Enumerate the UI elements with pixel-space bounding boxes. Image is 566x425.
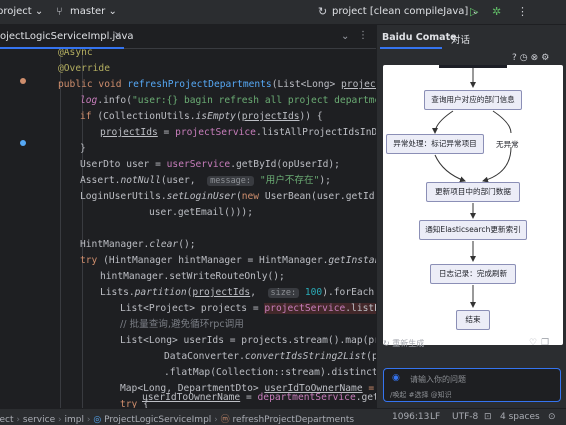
code-editor[interactable]: @Async @Override public void refreshProj… [0,49,376,408]
chevron-right-icon: › [86,415,91,425]
code-line: userIdToOwnerName = departmentService.ge… [142,392,396,403]
code-line: LoginUserUtils.setLoginUser(new UserBean… [80,191,376,202]
code-line: log.info("user:{} bagin refresh all proj… [80,95,376,106]
more-icon[interactable]: ⋮ [517,5,528,18]
code-line: @Override [58,63,110,74]
tab-chat[interactable]: 对话 [451,32,470,46]
branch-name: master [70,6,106,17]
title-bar: project ⌄ ⑂ master ⌄ ↻ project [clean co… [0,0,566,25]
debug-icon[interactable]: ✲ [492,5,501,18]
line-separator[interactable]: LF [430,412,440,422]
code-line: } [80,143,86,154]
code-line: user.getEmail())); [149,207,253,218]
file-encoding[interactable]: UTF-8 [452,412,478,422]
breadcrumb-item[interactable]: refreshProjectDepartments [233,415,355,425]
code-line: UserDto user = userService.getById(opUse… [80,159,340,170]
tab-projectlogicserviceimpl[interactable]: ojectLogicServiceImpl.java ✕ [0,25,134,49]
lock-icon[interactable]: ⊡ [484,412,492,422]
chevron-right-icon: › [58,415,62,425]
run-config-selector[interactable]: project [clean compileJava] ⌄ [332,6,480,17]
branch-icon: ⑂ [56,5,63,18]
close-icon[interactable]: ✕ [114,31,122,41]
gutter [0,49,30,408]
chevron-down-icon: ⌄ [34,6,44,17]
code-line: if (CollectionUtils.isEmpty(projectIds))… [80,111,323,122]
code-line: Assert.notNull(user, message: "用户不存在"); [80,175,331,186]
close-icon[interactable]: ⊗ [531,53,542,63]
override-marker-icon [20,78,26,84]
chevron-right-icon: › [214,415,218,425]
code-line: public void refreshProjectDepartments(Li… [58,79,376,90]
flow-label-no-exception: 无异常 [496,140,519,149]
code-line: // 批量查询,避免循环rpc调用 [120,319,244,330]
help-icon[interactable]: ? [512,53,520,63]
settings-icon[interactable]: ⚙ [541,53,552,63]
comate-panel: Baidu Comate 对话 ?◷⊗⚙ 查询用户对应的部门信息 异常处理：标记… [376,25,566,408]
breakpoint-icon[interactable] [20,140,26,146]
flow-node-log: 日志记录：完成刷新 [430,264,516,284]
code-line: HintManager.clear(); [80,239,196,250]
chevron-down-icon: ⌄ [108,6,117,17]
code-line: try (HintManager hintManager = HintManag… [80,253,376,269]
breadcrumb: ject › service › impl › ◎ ProjectLogicSe… [0,412,354,425]
code-text[interactable]: @Async @Override public void refreshProj… [38,49,376,408]
flow-node-exception-handling: 异常处理：标记异常项目 [386,134,484,154]
panel-title: Baidu Comate [382,32,457,43]
refresh-icon: ↻ [383,339,390,348]
input-placeholder: 请输入你的问题 [410,375,466,384]
previous-node-edge [439,65,507,68]
code-line: hintManager.setWriteRouteOnly(); [100,271,285,282]
breadcrumb-item[interactable]: ProjectLogicServiceImpl [104,415,211,425]
tab-indicator [380,47,442,49]
regenerate-button[interactable]: ↻ 重新生成 [383,338,424,349]
code-line: .flatMap(Collection::stream).distinct() [164,367,376,378]
branch-menu[interactable]: master ⌄ [70,6,117,17]
project-name: project [0,6,32,17]
breadcrumb-item[interactable]: impl [64,415,83,425]
breadcrumb-item[interactable]: ject [0,415,14,425]
feedback-icons: ♡❐ [529,338,553,348]
flow-node-notify-elasticsearch: 通知Elasticsearch更新索引 [419,220,527,240]
comate-logo-icon: ◉ [392,373,400,383]
panel-toolbar: ?◷⊗⚙ [512,53,552,63]
method-icon: ⓜ [220,415,230,425]
class-icon: ◎ [93,415,102,425]
cursor-position[interactable]: 1096:13 [392,412,429,422]
editor-tabs: ojectLogicServiceImpl.java ✕ ⌄ ⋮ [0,25,376,49]
run-config-icon: ↻ [318,5,328,18]
breadcrumb-item[interactable]: service [23,415,55,425]
code-line: @Async [58,49,93,58]
code-line: DataConverter.convertIdsString2List(proj [164,351,376,362]
code-line: List<Project> projects = projectService.… [120,301,376,317]
flow-node-update-data: 更新项目中的部门数据 [426,182,520,202]
notifications-icon[interactable]: ⊙ [548,412,556,422]
history-icon[interactable]: ◷ [520,53,531,63]
more-icon[interactable]: ⋮ [358,30,368,41]
status-bar: ject › service › impl › ◎ ProjectLogicSe… [0,408,566,425]
code-line: List<Long> userIds = projects.stream().m… [120,335,376,346]
thumbs-up-icon[interactable]: ♡ [529,338,541,348]
chevron-right-icon: › [16,415,20,425]
code-line: projectIds = projectService.listAllProje… [100,127,376,138]
question-input[interactable]: ◉ 请输入你的问题 /唤起 #选择 @知识 [383,368,561,402]
run-icon[interactable]: ▷ [470,5,478,18]
code-line: Lists.partition(projectIds, size: 100).f… [100,287,376,298]
flow-node-end: 结束 [456,310,490,330]
flow-node-query-department: 查询用户对应的部门信息 [424,90,522,110]
copy-icon[interactable]: ❐ [541,338,553,348]
indent-setting[interactable]: 4 spaces [500,412,540,422]
chevron-down-icon[interactable]: ⌄ [341,31,349,42]
input-hint: /唤起 #选择 @知识 [390,391,452,399]
project-menu[interactable]: project ⌄ [0,6,43,17]
regenerate-label: 重新生成 [392,339,425,348]
run-config-label: project [clean compileJava] [332,6,469,17]
flowchart-image: 查询用户对应的部门信息 异常处理：标记异常项目 无异常 更新项目中的部门数据 通… [383,65,563,345]
